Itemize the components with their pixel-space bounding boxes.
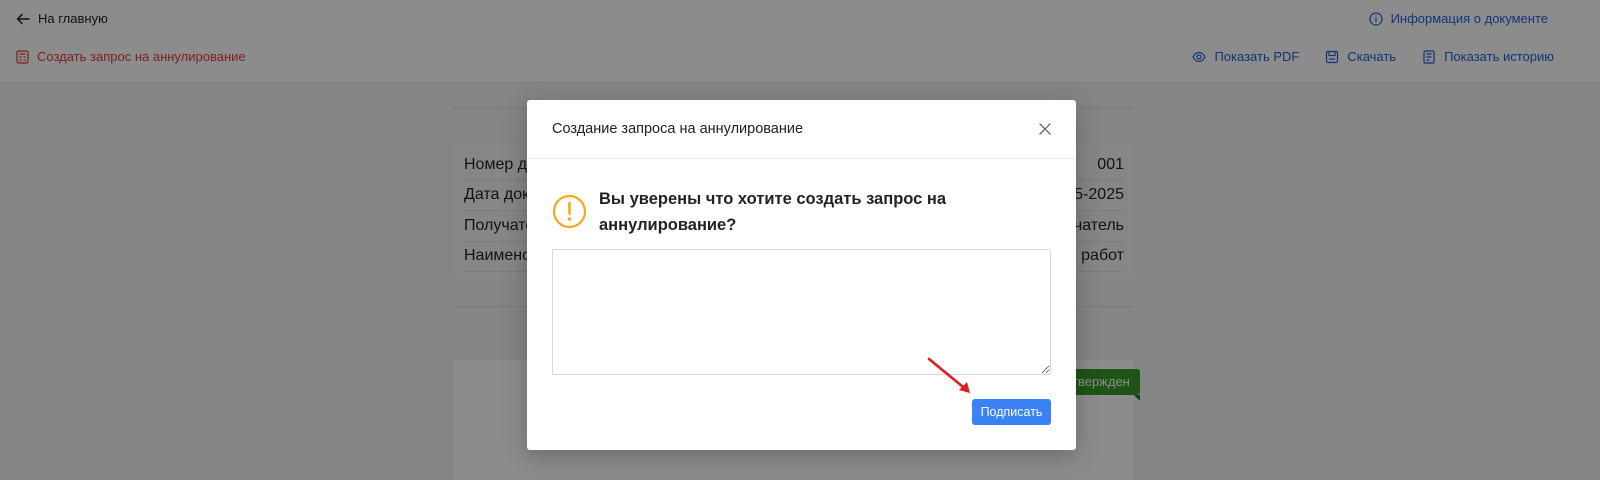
dialog-header: Создание запроса на аннулирование [527, 100, 1076, 159]
close-button[interactable] [1036, 120, 1054, 138]
sign-button[interactable]: Подписать [972, 399, 1051, 425]
warning-icon [552, 194, 587, 229]
red-arrow-icon [927, 357, 970, 393]
dialog-title: Создание запроса на аннулирование [552, 121, 804, 137]
close-icon [1039, 123, 1051, 135]
confirm-question: Вы уверены что хотите создать запрос на … [599, 190, 947, 234]
annul-request-dialog: Создание запроса на аннулирование Вы уве… [527, 100, 1076, 450]
